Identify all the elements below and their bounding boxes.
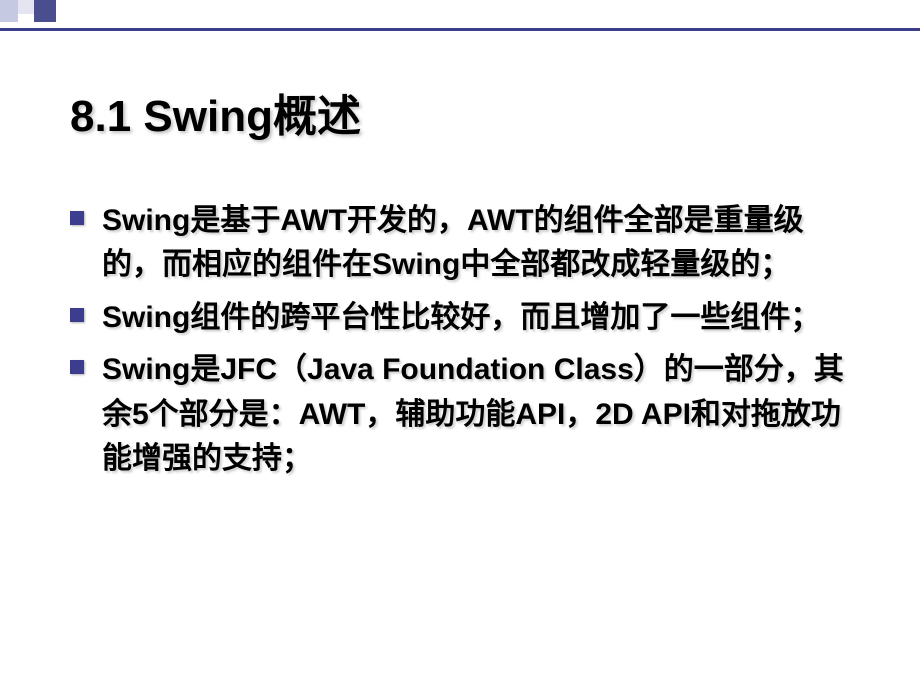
header-divider-line: [0, 28, 920, 31]
bullet-list: Swing是基于AWT开发的，AWT的组件全部是重量级的，而相应的组件在Swin…: [70, 199, 850, 481]
bullet-text: Swing是基于AWT开发的，AWT的组件全部是重量级的，而相应的组件在Swin…: [102, 199, 850, 288]
bullet-text: Swing组件的跨平台性比较好，而且增加了一些组件；: [102, 296, 820, 340]
bullet-square-icon: [70, 308, 84, 322]
slide-header-decoration: [0, 0, 56, 22]
list-item: Swing是基于AWT开发的，AWT的组件全部是重量级的，而相应的组件在Swin…: [70, 199, 850, 288]
bullet-square-icon: [70, 360, 84, 374]
list-item: Swing是JFC（Java Foundation Class）的一部分，其余5…: [70, 348, 850, 481]
bullet-square-icon: [70, 211, 84, 225]
deco-square-dark: [34, 0, 56, 22]
slide-title: 8.1 Swing概述: [70, 80, 850, 144]
list-item: Swing组件的跨平台性比较好，而且增加了一些组件；: [70, 296, 850, 340]
deco-square-lighter: [18, 0, 34, 14]
deco-square-light: [0, 0, 18, 22]
slide-content: 8.1 Swing概述 Swing是基于AWT开发的，AWT的组件全部是重量级的…: [0, 0, 920, 481]
bullet-text: Swing是JFC（Java Foundation Class）的一部分，其余5…: [102, 348, 850, 481]
